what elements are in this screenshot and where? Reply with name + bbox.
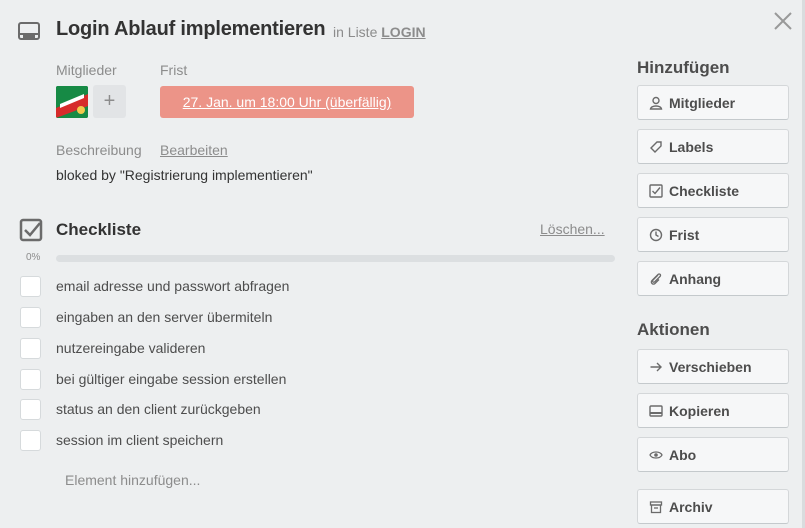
actions-heading: Aktionen (637, 320, 710, 339)
checklist-delete-link[interactable]: Löschen... (540, 221, 605, 237)
checklist-item-checkbox[interactable] (20, 307, 41, 328)
checklist-item[interactable]: bei gültiger eingabe session erstellen (20, 369, 600, 391)
eye-icon (649, 451, 663, 459)
description-edit-link[interactable]: Bearbeiten (160, 142, 228, 158)
checklist-item[interactable]: session im client speichern (20, 430, 600, 452)
sidebar-button-label: Abo (669, 447, 697, 463)
add-heading: Hinzufügen (637, 58, 730, 77)
sidebar-button-checklist[interactable]: Checkliste (637, 173, 789, 208)
label-icon (650, 141, 662, 153)
checklist-item-label[interactable]: email adresse und passwort abfragen (56, 278, 289, 294)
sidebar-button-label: Anhang (669, 271, 722, 287)
checklist-item[interactable]: eingaben an den server übermiteln (20, 307, 600, 329)
sidebar-button-move[interactable]: Verschieben (637, 349, 789, 384)
checklist-progress-bar (56, 255, 615, 262)
sidebar-button-label: Archiv (669, 499, 713, 515)
paperclip-icon (650, 273, 662, 285)
checklist-item-label[interactable]: session im client speichern (56, 432, 223, 448)
checklist-item[interactable]: email adresse und passwort abfragen (20, 276, 600, 298)
list-link[interactable]: LOGIN (381, 24, 425, 40)
checklist-item-label[interactable]: eingaben an den server übermiteln (56, 309, 272, 325)
checklist-item-label[interactable]: bei gültiger eingabe session erstellen (56, 371, 286, 387)
sidebar-button-label: Labels (669, 139, 714, 155)
sidebar-button-label: Verschieben (669, 359, 752, 375)
checklist-item-checkbox[interactable] (20, 430, 41, 451)
checklist-item-checkbox[interactable] (20, 338, 41, 359)
members-label: Mitglieder (56, 62, 117, 78)
card-title[interactable]: Login Ablauf implementieren (56, 18, 326, 41)
sidebar-button-copy[interactable]: Kopieren (637, 393, 789, 428)
archive-icon (649, 501, 663, 514)
due-label: Frist (160, 62, 188, 78)
sidebar-button-label: Mitglieder (669, 95, 736, 111)
checklist-item-label[interactable]: nutzereingabe valideren (56, 340, 205, 356)
checklist-item-checkbox[interactable] (20, 399, 41, 420)
due-date-badge[interactable]: 27. Jan. um 18:00 Uhr (überfällig) (160, 86, 414, 118)
in-list-prefix: in Liste (333, 24, 378, 40)
sidebar-button-label: Checkliste (669, 183, 740, 199)
card-icon (649, 405, 663, 417)
description-text[interactable]: bloked by "Registrierung implementieren" (56, 167, 313, 183)
checklist-icon (649, 184, 663, 198)
description-label: Beschreibung (56, 142, 142, 158)
sidebar-button-labels[interactable]: Labels (637, 129, 789, 164)
checklist-icon (19, 218, 43, 242)
arrow-right-icon (650, 362, 662, 372)
checklist-item-checkbox[interactable] (20, 369, 41, 390)
checklist-title[interactable]: Checkliste (56, 220, 141, 240)
sidebar-button-members[interactable]: Mitglieder (637, 85, 789, 120)
list-reference: in Liste LOGIN (333, 24, 426, 40)
add-checklist-item-link[interactable]: Element hinzufügen... (65, 472, 200, 488)
sidebar-button-archive[interactable]: Archiv (637, 489, 789, 524)
close-icon[interactable] (772, 10, 794, 32)
card-icon (18, 22, 40, 40)
sidebar-button-label: Kopieren (669, 403, 730, 419)
sidebar-button-subscribe[interactable]: Abo (637, 437, 789, 472)
checklist-item[interactable]: status an den client zurückgeben (20, 399, 600, 421)
avatar[interactable] (56, 86, 88, 118)
sidebar-button-attachment[interactable]: Anhang (637, 261, 789, 296)
sidebar-button-label: Frist (669, 227, 700, 243)
add-member-button[interactable]: + (93, 85, 126, 118)
sidebar-button-due[interactable]: Frist (637, 217, 789, 252)
person-icon (649, 96, 663, 110)
checklist-item[interactable]: nutzereingabe valideren (20, 338, 600, 360)
checklist-item-checkbox[interactable] (20, 276, 41, 297)
checklist-item-label[interactable]: status an den client zurückgeben (56, 401, 261, 417)
checklist-percent: 0% (26, 252, 41, 263)
clock-icon (649, 228, 663, 242)
